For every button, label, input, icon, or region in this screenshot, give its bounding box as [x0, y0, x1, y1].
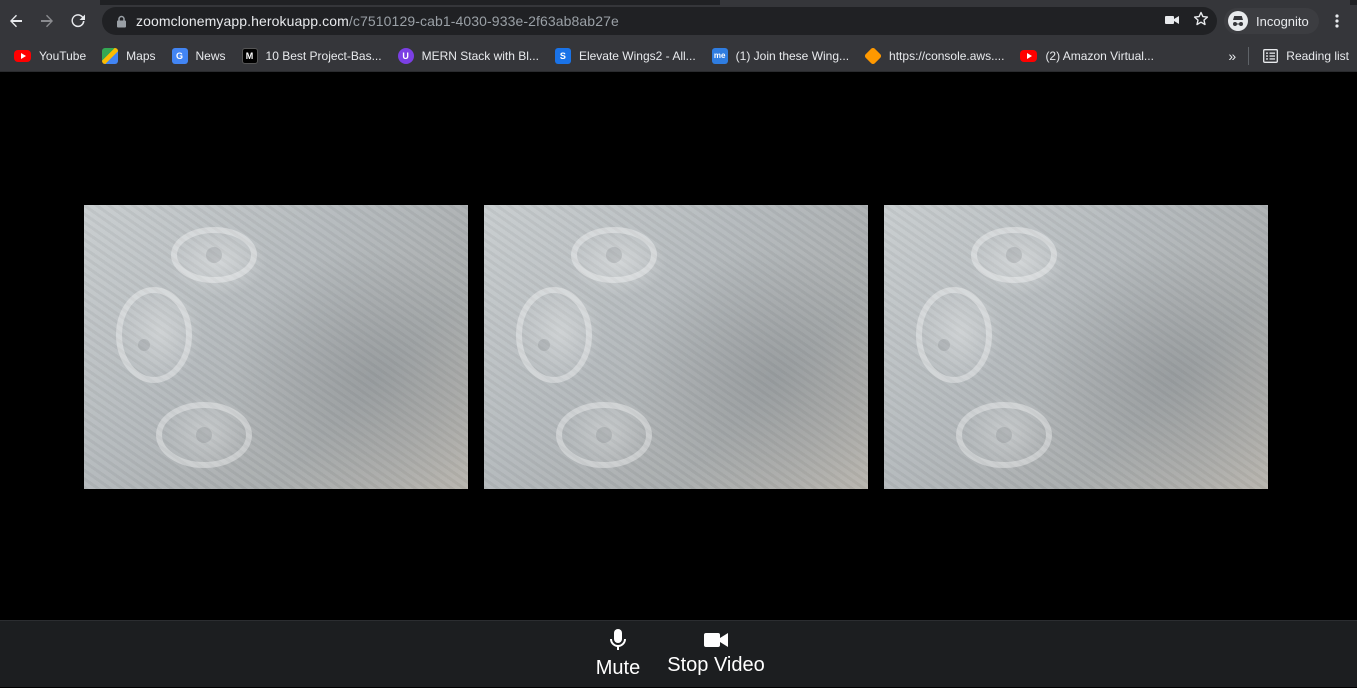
camera-in-use-icon[interactable]: [1165, 12, 1179, 30]
browser-menu-button[interactable]: [1327, 8, 1347, 34]
bookmark-label: 10 Best Project-Bas...: [265, 48, 382, 63]
more-bookmarks-chevron-icon[interactable]: »: [1220, 48, 1244, 64]
maps-icon: [102, 47, 119, 64]
reading-list-button[interactable]: Reading list: [1255, 43, 1357, 69]
more-vertical-icon: [1335, 14, 1339, 28]
stop-video-button[interactable]: Stop Video: [664, 621, 768, 688]
bookmark-label: Maps: [126, 48, 156, 63]
forward-arrow-icon: [41, 14, 53, 28]
meeting-controls-bar: Mute Stop Video: [0, 620, 1357, 687]
reading-list-icon: [1263, 49, 1279, 63]
mern-icon: U: [397, 47, 414, 64]
lock-icon[interactable]: [114, 14, 128, 28]
url-path: /c7510129-cab1-4030-933e-2f63ab8ab27e: [348, 13, 619, 29]
medium-icon: M: [241, 47, 258, 64]
video-feed-texture: [916, 227, 1057, 468]
youtube-icon: [1020, 49, 1038, 62]
news-icon: G: [171, 47, 188, 64]
bookmark-mern-stack[interactable]: U MERN Stack with Bl...: [390, 43, 547, 69]
youtube-icon: [14, 49, 31, 62]
bookmark-label: (1) Join these Wing...: [735, 48, 850, 63]
incognito-profile-button[interactable]: Incognito: [1224, 8, 1319, 34]
bookmark-aws-console[interactable]: https://console.aws....: [857, 43, 1012, 69]
bookmark-label: MERN Stack with Bl...: [421, 48, 539, 63]
video-camera-icon: [704, 633, 728, 647]
bookmark-join-wings[interactable]: me (1) Join these Wing...: [704, 43, 857, 69]
bookmarks-divider: [1248, 47, 1250, 65]
video-grid: [0, 72, 1357, 620]
bookmark-youtube[interactable]: YouTube: [6, 43, 94, 69]
incognito-label: Incognito: [1256, 13, 1309, 29]
bookmark-elevate-wings[interactable]: S Elevate Wings2 - All...: [547, 43, 704, 69]
elevate-icon: S: [554, 47, 571, 64]
url-domain: zoomclonemyapp.herokuapp.com: [136, 13, 349, 29]
mute-label: Mute: [595, 657, 641, 679]
bookmark-medium-article[interactable]: M 10 Best Project-Bas...: [234, 43, 390, 69]
address-bar[interactable]: zoomclonemyapp.herokuapp.com/c7510129-ca…: [102, 7, 1217, 35]
video-tile: [84, 205, 468, 489]
video-feed-texture: [116, 227, 257, 468]
bookmark-label: YouTube: [39, 48, 87, 63]
me-icon: me: [711, 47, 728, 64]
bookmark-maps[interactable]: Maps: [94, 43, 163, 69]
bookmark-label: News: [195, 48, 226, 63]
bookmark-label: https://console.aws....: [889, 48, 1005, 63]
back-button[interactable]: [0, 5, 32, 37]
bookmark-news[interactable]: G News: [164, 43, 234, 69]
video-tile: [884, 205, 1268, 489]
address-bar-actions: [1165, 7, 1209, 35]
video-feed-texture: [516, 227, 657, 468]
bookmarks-bar: YouTube Maps G News M 10 Best Project-Ba…: [0, 40, 1357, 72]
bookmark-amazon-virtual[interactable]: (2) Amazon Virtual...: [1012, 43, 1162, 69]
mute-button[interactable]: Mute: [590, 621, 646, 688]
url-text: zoomclonemyapp.herokuapp.com/c7510129-ca…: [136, 13, 619, 29]
forward-button[interactable]: [31, 5, 63, 37]
back-arrow-icon: [10, 14, 22, 28]
reload-button[interactable]: [62, 5, 94, 37]
reload-icon: [71, 14, 85, 28]
bookmark-label: Elevate Wings2 - All...: [578, 48, 696, 63]
incognito-icon: [1228, 11, 1248, 31]
bookmark-star-icon[interactable]: [1193, 11, 1209, 32]
microphone-icon: [610, 629, 626, 650]
aws-icon: [863, 46, 883, 65]
reading-list-label: Reading list: [1286, 49, 1349, 63]
bookmarks-bar-right: » Reading list: [1220, 40, 1357, 72]
bookmark-label: (2) Amazon Virtual...: [1045, 48, 1154, 63]
video-tile: [484, 205, 868, 489]
stop-video-label: Stop Video: [667, 654, 765, 676]
